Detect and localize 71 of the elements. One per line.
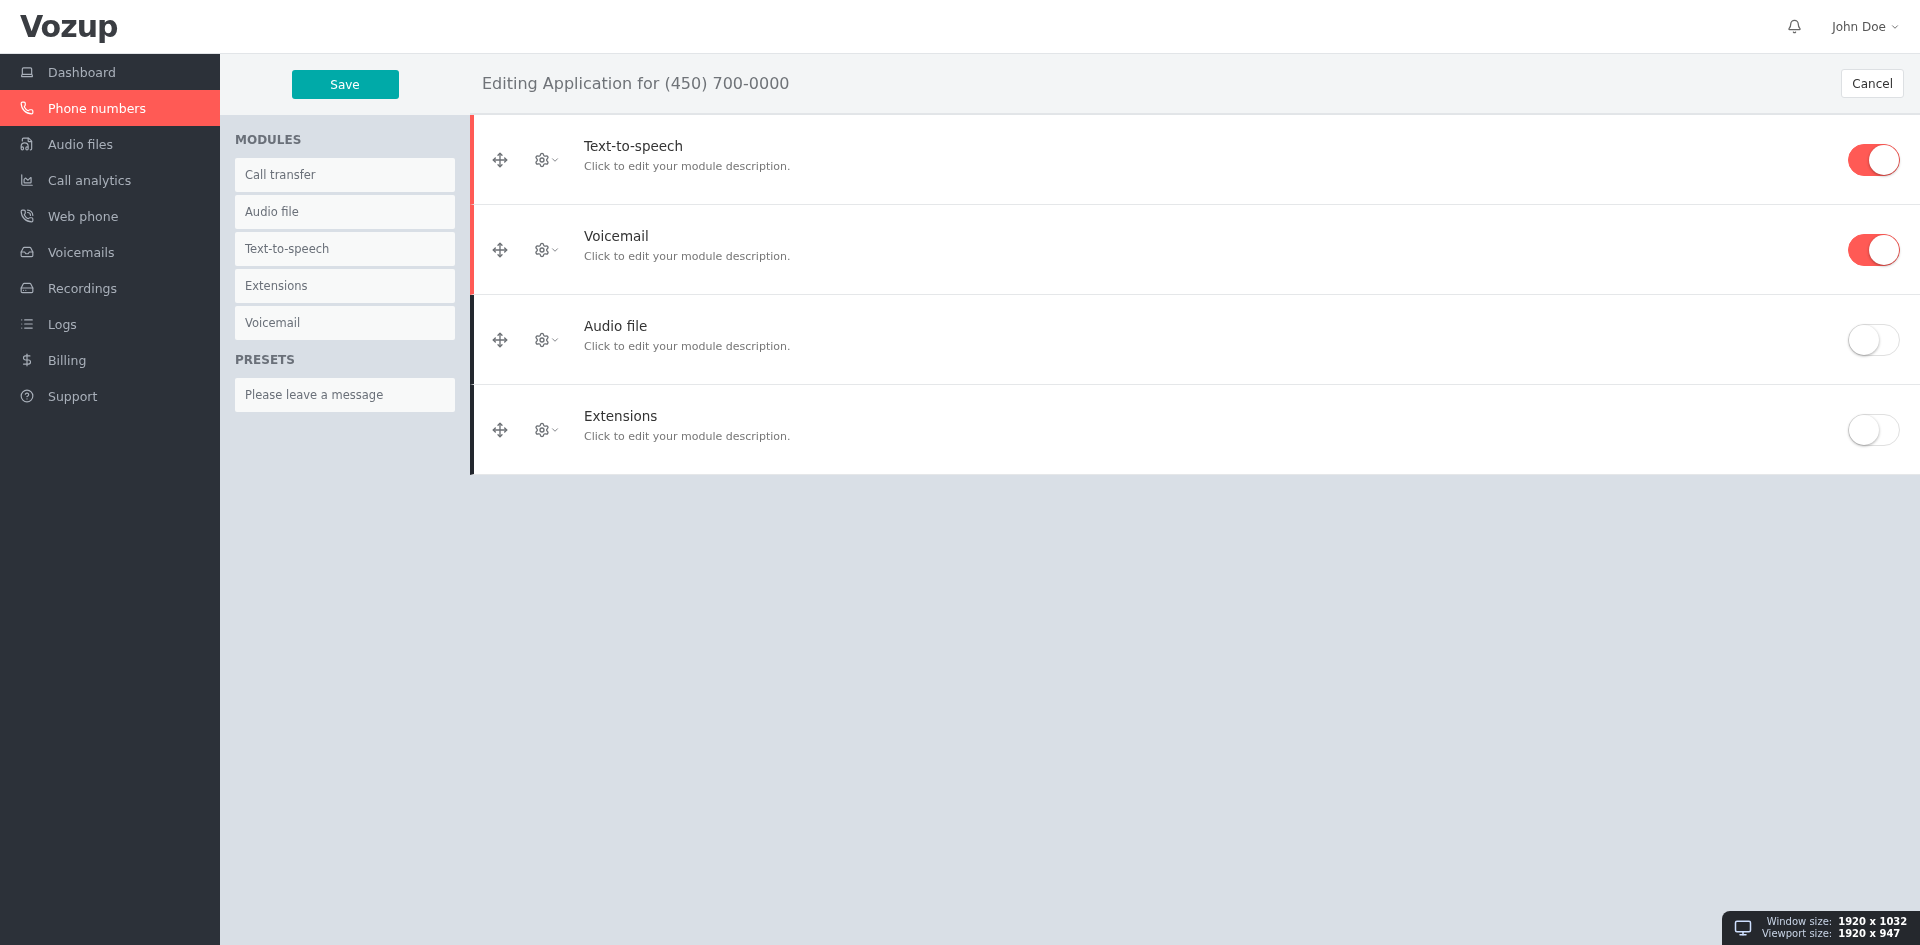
preset-item[interactable]: Please leave a message <box>235 378 455 412</box>
module-item[interactable]: Voicemail <box>235 306 455 340</box>
chart-icon <box>20 173 34 187</box>
badge-label: Viewport size: <box>1762 928 1833 940</box>
sidebar-label: Dashboard <box>48 64 116 80</box>
sidebar-item[interactable]: Phone numbers <box>0 90 220 126</box>
sidebar-item[interactable]: Voicemails <box>0 234 220 270</box>
sidebar-label: Phone numbers <box>48 100 146 116</box>
phone-icon <box>20 209 34 223</box>
sidebar-label: Call analytics <box>48 172 132 188</box>
sidebar-item[interactable]: Support <box>0 378 220 414</box>
module-item[interactable]: Audio file <box>235 195 455 229</box>
sidebar-label: Support <box>48 388 98 404</box>
gear-menu[interactable] <box>534 241 560 258</box>
sidebar-label: Web phone <box>48 208 119 224</box>
move-icon[interactable] <box>492 331 508 348</box>
sidebar-item[interactable]: Logs <box>0 306 220 342</box>
sidebar-label: Voicemails <box>48 244 115 260</box>
settings-icon <box>534 421 550 438</box>
module-description[interactable]: Click to edit your module description. <box>584 160 1848 173</box>
screen-icon <box>1734 919 1752 937</box>
cancel-button[interactable]: Cancel <box>1841 69 1904 98</box>
presets-heading: PRESETS <box>235 353 296 367</box>
sidebar-item[interactable]: Recordings <box>0 270 220 306</box>
sidebar-label: Audio files <box>48 136 114 152</box>
settings-icon <box>534 151 550 168</box>
file-icon <box>20 137 34 151</box>
sidebar-item[interactable]: Dashboard <box>0 54 220 90</box>
move-icon[interactable] <box>492 241 508 258</box>
module-name: Audio file <box>584 318 649 334</box>
sidebar-item[interactable]: Web phone <box>0 198 220 234</box>
inbox-icon <box>20 245 34 259</box>
toggle-switch[interactable] <box>1848 233 1900 266</box>
badge-value: 1920 x 947 <box>1838 928 1902 940</box>
sidebar-item[interactable]: Call analytics <box>0 162 220 198</box>
sidebar-item[interactable]: Audio files <box>0 126 220 162</box>
vozup-logo: Vozup <box>20 9 118 44</box>
laptop-icon <box>20 65 34 79</box>
module-name: Text-to-speech <box>584 138 685 154</box>
sidebar-label: Recordings <box>48 280 118 296</box>
toggle-switch[interactable] <box>1848 143 1900 176</box>
sidebar-item[interactable]: Billing <box>0 342 220 378</box>
module-name: Extensions <box>584 408 659 424</box>
page-title: Editing Application for (450) 700-0000 <box>482 74 790 93</box>
module-name: Voicemail <box>584 228 650 244</box>
settings-icon <box>534 241 550 258</box>
gear-menu[interactable] <box>534 421 560 438</box>
module-item[interactable]: Extensions <box>235 269 455 303</box>
bell-icon[interactable] <box>1787 19 1803 34</box>
module-description[interactable]: Click to edit your module description. <box>584 430 1848 443</box>
module-description[interactable]: Click to edit your module description. <box>584 340 1848 353</box>
drive-icon <box>20 281 34 295</box>
modules-heading: MODULES <box>235 133 303 147</box>
sidebar-label: Billing <box>48 352 87 368</box>
user-menu[interactable]: John Doe <box>1832 19 1900 34</box>
phone-icon <box>20 101 34 115</box>
gear-menu[interactable] <box>534 331 560 348</box>
move-icon[interactable] <box>492 151 508 168</box>
sidebar-label: Logs <box>48 316 77 332</box>
badge-value: 1920 x 1032 <box>1838 916 1908 928</box>
dollar-icon <box>20 353 34 367</box>
module-item[interactable]: Text-to-speech <box>235 232 455 266</box>
settings-icon <box>534 331 550 348</box>
save-button[interactable]: Save <box>291 70 399 99</box>
help-icon <box>20 389 34 403</box>
module-item[interactable]: Call transfer <box>235 158 455 192</box>
move-icon[interactable] <box>492 421 508 438</box>
badge-label: Window size: <box>1765 916 1833 928</box>
module-description[interactable]: Click to edit your module description. <box>584 250 1848 263</box>
list-icon <box>20 317 34 331</box>
gear-menu[interactable] <box>534 151 560 168</box>
